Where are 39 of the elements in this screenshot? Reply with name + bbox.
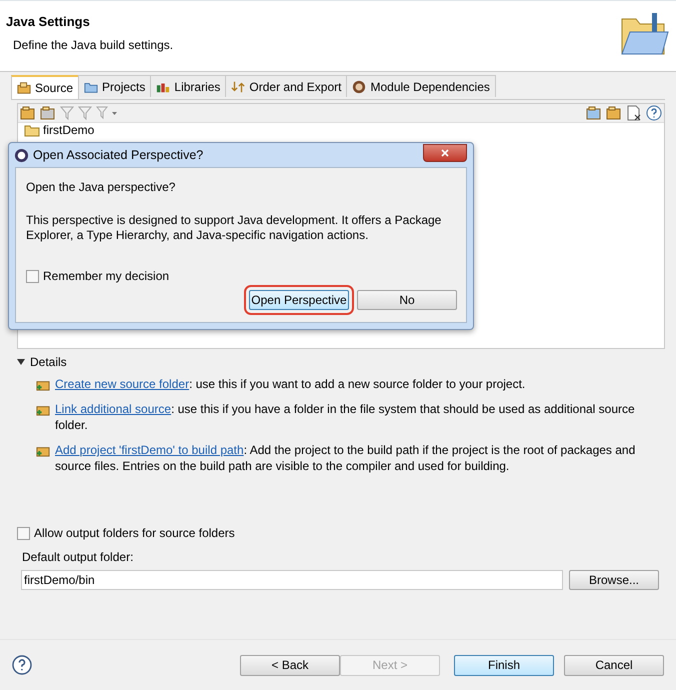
tab-icon [352, 80, 366, 94]
tab[interactable]: Source [11, 75, 80, 99]
dialog-question: Open the Java perspective? [26, 180, 176, 194]
detail-link[interactable]: Create new source folder [55, 377, 190, 391]
tab-icon [231, 80, 246, 94]
field-label: Default output folder: [22, 550, 134, 564]
dialog-button[interactable]: No [357, 290, 457, 310]
tab-icon [17, 81, 31, 95]
document-icon[interactable] [626, 105, 642, 121]
tab[interactable]: Order and Export [225, 75, 348, 97]
checkbox[interactable] [26, 270, 39, 282]
details-label[interactable]: Details [30, 355, 67, 369]
browse-button[interactable]: Browse... [569, 570, 659, 590]
tab[interactable]: Projects [78, 75, 152, 97]
detail-link[interactable]: Add project 'firstDemo' to build path [55, 443, 244, 457]
checkbox-label: Remember my decision [43, 269, 170, 283]
tab[interactable]: Libraries [150, 75, 226, 97]
dialog-message: This perspective is designed to support Java development. It offers a Package Explorer, a Type Hierarchy, and Java-specific navigation actions. [26, 213, 442, 243]
checkbox[interactable] [17, 526, 30, 540]
detail-text: Create new source folder: use this if you want to add a new source folder to your project. [55, 376, 526, 392]
output-folder-field[interactable]: firstDemo/bin [21, 570, 563, 590]
close-icon[interactable] [441, 149, 449, 157]
wizard-button[interactable]: < Back [240, 654, 340, 676]
detail-text: Link additional source: use this if you have a folder in the file system that should be used as additional source folder. [55, 401, 636, 433]
help-icon[interactable] [646, 105, 662, 121]
tab[interactable]: Module Dependencies [346, 75, 496, 97]
detail-link[interactable]: Link additional source [55, 402, 172, 416]
help-icon[interactable] [12, 655, 32, 675]
wizard-button[interactable]: Cancel [564, 654, 664, 676]
close-button[interactable] [423, 144, 467, 162]
tree-item[interactable]: firstDemo [43, 123, 94, 137]
checkbox-label: Allow output folders for source folders [34, 526, 235, 540]
detail-text: Add project 'firstDemo' to build path: Add the project to the build path if the project is the root of packages and source files. Entries on the build path are visible to the compiler and used for building. [55, 442, 636, 474]
app-icon [14, 148, 29, 162]
wizard-button[interactable]: Finish [454, 654, 554, 676]
page-description: Define the Java build settings. [13, 38, 174, 52]
dialog-title: Open Associated Perspective? [33, 148, 204, 162]
page-title: Java Settings [6, 14, 90, 29]
collapse-icon[interactable] [17, 359, 25, 365]
